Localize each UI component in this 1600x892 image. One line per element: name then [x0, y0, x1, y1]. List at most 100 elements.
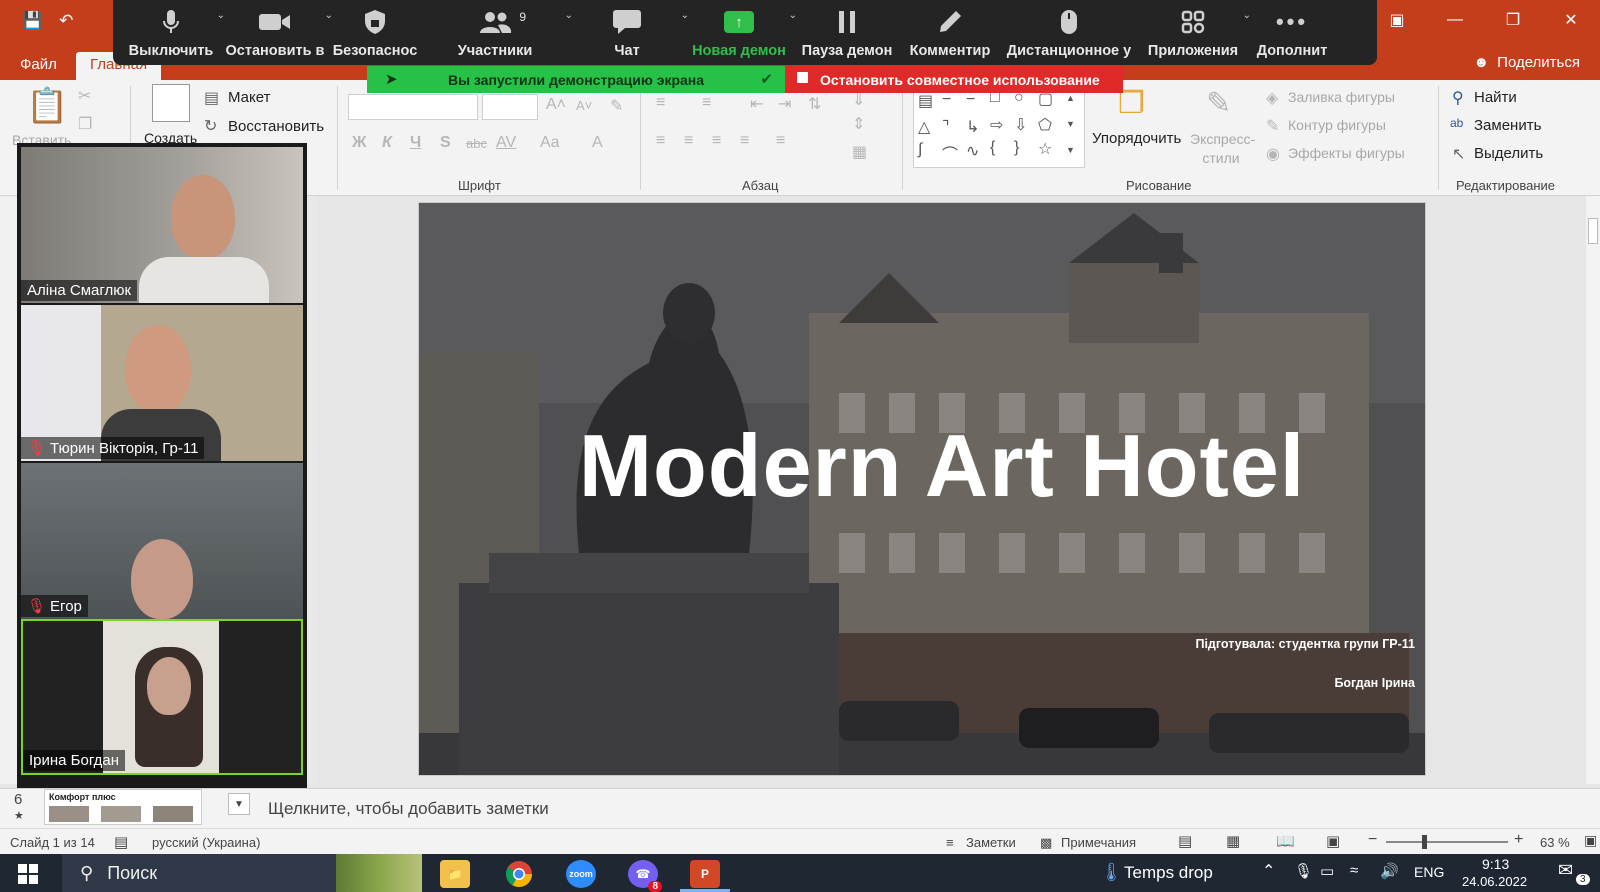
star-icon[interactable]: ☆: [1038, 139, 1052, 159]
arrow-down-icon[interactable]: ⇩: [1014, 115, 1027, 135]
notes-toggle[interactable]: Заметки: [966, 835, 1016, 850]
speaker-icon[interactable]: 🔊: [1380, 862, 1399, 880]
chevron-up-icon[interactable]: ▲: [1066, 93, 1075, 103]
new-slide-icon[interactable]: [152, 84, 190, 122]
reset-button[interactable]: Восстановить: [228, 118, 324, 135]
paste-icon[interactable]: 📋: [26, 86, 68, 126]
font-size-combo[interactable]: [482, 94, 538, 120]
select-button[interactable]: Выделить: [1474, 145, 1543, 162]
slide-title[interactable]: Modern Art Hotel: [419, 415, 1425, 517]
clock-time[interactable]: 9:13: [1482, 856, 1509, 872]
arrange-button[interactable]: Упорядочить: [1092, 130, 1181, 147]
shapes-gallery[interactable]: ▤ − − □ ○ ▢ △ ⌝ ↳ ⇨ ⇩ ⬠ ∫ ⌒ ∿ { } ☆ ▲ ▼ …: [913, 88, 1085, 168]
pause-share-button[interactable]: Пауза демон: [793, 0, 901, 65]
chrome-icon[interactable]: [504, 860, 534, 888]
columns-icon[interactable]: ≡: [776, 132, 785, 150]
copy-icon[interactable]: ❐: [78, 114, 92, 134]
normal-view-icon[interactable]: ▤: [1178, 832, 1192, 850]
align-left-icon[interactable]: ≡: [656, 132, 665, 150]
cut-icon[interactable]: ✂: [78, 86, 91, 106]
battery-icon[interactable]: ▭: [1320, 862, 1334, 880]
windows-start-icon[interactable]: [18, 864, 38, 884]
chevron-down-icon[interactable]: ▼: [1066, 119, 1075, 129]
change-case-button[interactable]: Aa: [540, 134, 560, 152]
video-tile-active-speaker[interactable]: Ірина Богдан: [21, 619, 303, 775]
security-button[interactable]: Безопаснос: [329, 0, 421, 65]
slideshow-icon[interactable]: ▣: [1326, 832, 1340, 850]
notes-placeholder[interactable]: Щелкните, чтобы добавить заметки: [268, 799, 549, 819]
chevron-down-icon[interactable]: ▼: [228, 793, 250, 815]
curve-icon[interactable]: ∿: [966, 141, 979, 161]
text-direction-icon[interactable]: ⇓: [852, 90, 865, 110]
wifi-icon[interactable]: ≈: [1350, 862, 1358, 879]
viber-icon[interactable]: ☎ 8: [628, 860, 662, 892]
textbox-icon[interactable]: ▤: [918, 91, 933, 111]
slide-sorter-icon[interactable]: ▦: [1226, 832, 1240, 850]
tab-file[interactable]: Файл: [6, 52, 71, 80]
layout-button[interactable]: Макет: [228, 89, 270, 106]
shadow-button[interactable]: S: [440, 134, 451, 152]
more-button[interactable]: ••• Дополнит: [1247, 0, 1337, 65]
align-center-icon[interactable]: ≡: [684, 132, 693, 150]
triangle-icon[interactable]: △: [918, 117, 930, 137]
stop-video-button[interactable]: Остановить в ⌄: [221, 0, 333, 65]
shape-effects-button[interactable]: Эффекты фигуры: [1288, 145, 1405, 161]
char-spacing-button[interactable]: AV: [496, 134, 516, 152]
replace-button[interactable]: Заменить: [1474, 117, 1541, 134]
comments-toggle[interactable]: Примечания: [1061, 835, 1136, 850]
reading-view-icon[interactable]: 📖: [1276, 832, 1295, 850]
microphone-icon[interactable]: 🎙: [1294, 862, 1313, 880]
quick-styles-button[interactable]: Экспресс-стили: [1190, 130, 1255, 168]
bold-button[interactable]: Ж: [352, 134, 366, 152]
line-icon[interactable]: −: [942, 91, 951, 109]
participants-button[interactable]: 9 Участники ⌄: [421, 0, 573, 65]
notification-icon[interactable]: ✉: [1558, 860, 1573, 881]
smartart-icon[interactable]: ▦: [852, 142, 867, 162]
chat-button[interactable]: Чат ⌄: [569, 0, 689, 65]
spellcheck-icon[interactable]: ▤: [114, 833, 128, 851]
underline-button[interactable]: Ч: [410, 134, 421, 152]
bullets-icon[interactable]: ≡: [656, 94, 665, 112]
brace-right-icon[interactable]: }: [1014, 139, 1019, 157]
zoom-out-icon[interactable]: −: [1368, 831, 1377, 849]
minimize-icon[interactable]: —: [1426, 0, 1484, 40]
weather-text[interactable]: Temps drop: [1124, 863, 1213, 883]
connector-icon[interactable]: ⌝: [942, 117, 950, 137]
pentagon-icon[interactable]: ⬠: [1038, 115, 1052, 135]
grow-font-icon[interactable]: A˄: [546, 96, 566, 114]
slide[interactable]: Modern Art Hotel Підготувала: студентка …: [418, 202, 1426, 776]
slide-credit-line2[interactable]: Богдан Ірина: [1334, 676, 1415, 690]
apps-button[interactable]: Приложения ⌄: [1139, 0, 1251, 65]
restore-icon[interactable]: ❐: [1484, 0, 1542, 40]
video-tile[interactable]: 🎙 Тюрин Вікторія, Гр-11: [21, 305, 303, 461]
align-text-icon[interactable]: ⇕: [852, 114, 865, 134]
align-right-icon[interactable]: ≡: [712, 132, 721, 150]
remote-control-button[interactable]: Дистанционное у: [999, 0, 1139, 65]
vertical-scrollbar[interactable]: [1586, 196, 1600, 784]
save-icon[interactable]: 💾: [22, 12, 43, 30]
line-icon[interactable]: −: [966, 91, 975, 109]
annotate-button[interactable]: Комментир: [901, 0, 999, 65]
find-button[interactable]: Найти: [1474, 89, 1517, 106]
clear-format-icon[interactable]: ✎: [610, 96, 623, 116]
close-icon[interactable]: ✕: [1542, 0, 1600, 40]
strikethrough-button[interactable]: abc: [466, 136, 487, 151]
video-tile[interactable]: 🎙 Егор: [21, 463, 303, 619]
language-indicator[interactable]: русский (Украина): [152, 835, 260, 850]
brace-left-icon[interactable]: {: [990, 139, 995, 157]
chevron-up-icon[interactable]: ⌃: [1262, 861, 1275, 881]
notes-pane[interactable]: 6 ★ Комфорт плюс ▼ Щелкните, чтобы добав…: [0, 788, 1600, 828]
shape-fill-button[interactable]: Заливка фигуры: [1288, 89, 1395, 105]
font-color-button[interactable]: A: [592, 134, 603, 152]
freeform-icon[interactable]: ∫: [918, 141, 922, 159]
connector-arrow-icon[interactable]: ↳: [966, 117, 979, 137]
zoom-app-icon[interactable]: zoom: [566, 860, 596, 888]
zoom-in-icon[interactable]: +: [1514, 831, 1523, 849]
stop-share-button[interactable]: Остановить совместное использование: [785, 66, 1123, 93]
zoom-level[interactable]: 63 %: [1540, 835, 1570, 850]
line-spacing-icon[interactable]: ⇅: [808, 94, 821, 114]
input-language[interactable]: ENG: [1414, 864, 1444, 880]
arc-icon[interactable]: ⌒: [942, 141, 958, 165]
scroll-thumb[interactable]: [1588, 218, 1598, 244]
slide-credit-line1[interactable]: Підготувала: студентка групи ГР-11: [1195, 637, 1415, 651]
